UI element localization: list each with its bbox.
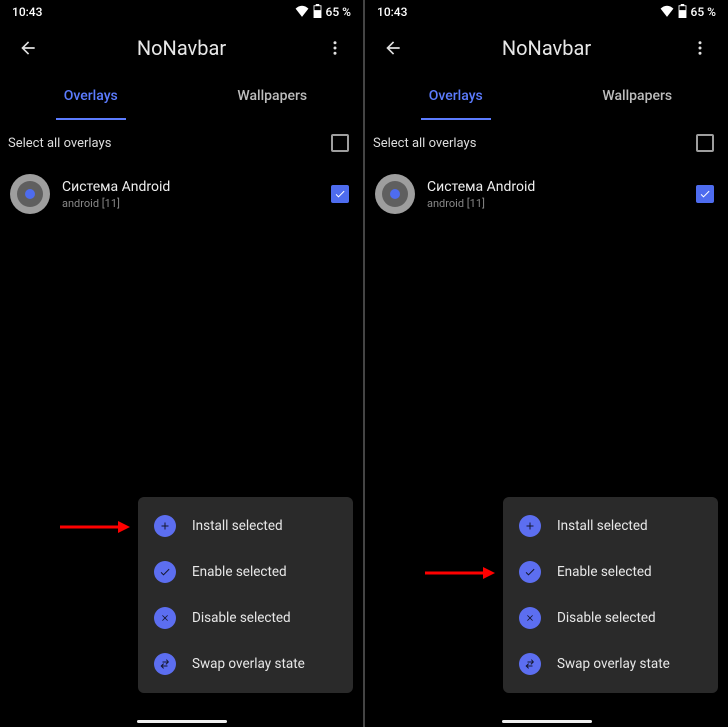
menu-install-label: Install selected xyxy=(557,518,648,534)
close-circle-icon xyxy=(154,607,176,629)
menu-disable-selected[interactable]: Disable selected xyxy=(503,595,718,641)
overlay-item-texts: Система Android android [11] xyxy=(427,179,684,210)
overlay-list-item[interactable]: Система Android android [11] xyxy=(365,166,728,222)
menu-swap-label: Swap overlay state xyxy=(192,656,305,672)
menu-install-label: Install selected xyxy=(192,518,283,534)
select-all-checkbox[interactable] xyxy=(331,134,349,152)
tab-overlays[interactable]: Overlays xyxy=(0,72,182,120)
overlay-app-icon xyxy=(10,174,50,214)
status-bar: 10:43 65 % xyxy=(365,0,728,24)
annotation-arrow xyxy=(425,563,495,583)
phone-left: 10:43 65 % NoNavbar Overlays Wallpapers … xyxy=(0,0,363,727)
overlay-item-title: Система Android xyxy=(427,179,684,195)
battery-percent: 65 % xyxy=(326,5,351,19)
nav-gesture-handle[interactable] xyxy=(137,720,227,723)
close-circle-icon xyxy=(519,607,541,629)
action-popup: Install selected Enable selected Disable… xyxy=(503,497,718,693)
menu-swap-state[interactable]: Swap overlay state xyxy=(138,641,353,687)
app-bar: NoNavbar xyxy=(0,24,363,72)
app-title: NoNavbar xyxy=(0,36,363,60)
app-bar: NoNavbar xyxy=(365,24,728,72)
annotation-arrow xyxy=(60,517,130,537)
check-circle-icon xyxy=(519,561,541,583)
wifi-icon xyxy=(660,5,674,20)
overlay-item-subtitle: android [11] xyxy=(62,197,319,210)
menu-disable-selected[interactable]: Disable selected xyxy=(138,595,353,641)
menu-enable-selected[interactable]: Enable selected xyxy=(503,549,718,595)
overlay-item-texts: Система Android android [11] xyxy=(62,179,319,210)
menu-disable-label: Disable selected xyxy=(557,610,656,626)
select-all-label: Select all overlays xyxy=(8,136,111,151)
menu-enable-label: Enable selected xyxy=(192,564,287,580)
gear-icon xyxy=(17,181,43,207)
tab-bar: Overlays Wallpapers xyxy=(0,72,363,120)
tab-bar: Overlays Wallpapers xyxy=(365,72,728,120)
overlay-item-title: Система Android xyxy=(62,179,319,195)
status-time: 10:43 xyxy=(377,5,407,19)
gear-icon xyxy=(382,181,408,207)
phone-right: 10:43 65 % NoNavbar Overlays Wallpapers … xyxy=(365,0,728,727)
status-right: 65 % xyxy=(295,4,351,21)
overflow-menu-button[interactable] xyxy=(680,28,720,68)
select-all-row[interactable]: Select all overlays xyxy=(365,120,728,166)
overlay-app-icon xyxy=(375,174,415,214)
action-popup: Install selected Enable selected Disable… xyxy=(138,497,353,693)
menu-swap-state[interactable]: Swap overlay state xyxy=(503,641,718,687)
battery-icon xyxy=(678,4,687,21)
overlay-item-checkbox[interactable] xyxy=(331,185,349,203)
tab-wallpapers-label: Wallpapers xyxy=(237,88,307,104)
status-right: 65 % xyxy=(660,4,716,21)
overlay-item-subtitle: android [11] xyxy=(427,197,684,210)
tab-overlays-label: Overlays xyxy=(429,88,483,104)
swap-icon xyxy=(154,653,176,675)
nav-gesture-handle[interactable] xyxy=(502,720,592,723)
back-button[interactable] xyxy=(373,28,413,68)
menu-install-selected[interactable]: Install selected xyxy=(138,503,353,549)
select-all-label: Select all overlays xyxy=(373,136,476,151)
tab-wallpapers[interactable]: Wallpapers xyxy=(547,72,728,120)
check-circle-icon xyxy=(154,561,176,583)
status-bar: 10:43 65 % xyxy=(0,0,363,24)
app-title: NoNavbar xyxy=(365,36,728,60)
menu-disable-label: Disable selected xyxy=(192,610,291,626)
plus-icon xyxy=(154,515,176,537)
wifi-icon xyxy=(295,5,309,20)
battery-percent: 65 % xyxy=(691,5,716,19)
back-button[interactable] xyxy=(8,28,48,68)
menu-enable-selected[interactable]: Enable selected xyxy=(138,549,353,595)
plus-icon xyxy=(519,515,541,537)
menu-swap-label: Swap overlay state xyxy=(557,656,670,672)
select-all-row[interactable]: Select all overlays xyxy=(0,120,363,166)
tab-wallpapers-label: Wallpapers xyxy=(602,88,672,104)
overlay-list-item[interactable]: Система Android android [11] xyxy=(0,166,363,222)
menu-install-selected[interactable]: Install selected xyxy=(503,503,718,549)
select-all-checkbox[interactable] xyxy=(696,134,714,152)
overflow-menu-button[interactable] xyxy=(315,28,355,68)
tab-overlays-label: Overlays xyxy=(64,88,118,104)
battery-icon xyxy=(313,4,322,21)
menu-enable-label: Enable selected xyxy=(557,564,652,580)
status-time: 10:43 xyxy=(12,5,42,19)
tab-overlays[interactable]: Overlays xyxy=(365,72,547,120)
tab-wallpapers[interactable]: Wallpapers xyxy=(182,72,364,120)
overlay-item-checkbox[interactable] xyxy=(696,185,714,203)
swap-icon xyxy=(519,653,541,675)
